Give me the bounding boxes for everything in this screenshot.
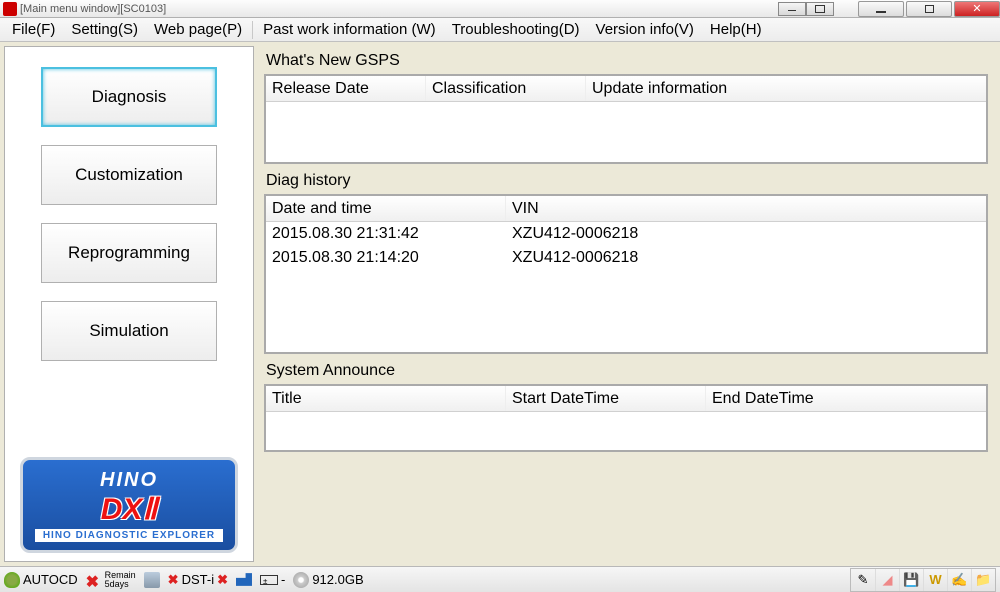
status-remain: ✖ Remain 5days xyxy=(86,571,136,589)
menu-file[interactable]: File(F) xyxy=(4,21,63,38)
status-user: AUTOCD xyxy=(4,572,78,588)
app-icon xyxy=(3,2,17,16)
disk-icon xyxy=(293,572,309,588)
col-title[interactable]: Title xyxy=(266,386,506,411)
col-update-info[interactable]: Update information xyxy=(586,76,986,101)
main-area: Diagnosis Customization Reprogramming Si… xyxy=(0,42,1000,566)
battery-icon: ± xyxy=(260,575,278,585)
cell-vin: XZU412-0006218 xyxy=(506,225,644,243)
truck-icon xyxy=(236,572,252,588)
titlebar: [Main menu window][SC0103] ✕ xyxy=(0,0,1000,18)
logo-subtitle: HINO DIAGNOSTIC EXPLORER xyxy=(35,529,223,542)
menu-pastwork[interactable]: Past work information (W) xyxy=(255,21,444,38)
diag-history-section: Diag history Date and time VIN 2015.08.3… xyxy=(264,172,988,354)
system-announce-title: System Announce xyxy=(264,362,988,380)
status-disk: 912.0GB xyxy=(293,572,363,588)
col-start[interactable]: Start DateTime xyxy=(506,386,706,411)
status-battery: ± - xyxy=(260,572,285,587)
tool-eraser-icon[interactable]: ◢ xyxy=(875,569,899,591)
maximize-button[interactable] xyxy=(906,1,952,17)
diag-history-header: Date and time VIN xyxy=(266,196,986,222)
logo-product: DXⅡ xyxy=(101,492,157,527)
whats-new-section: What's New GSPS Release Date Classificat… xyxy=(264,52,988,164)
status-dst: ✖ DST-i ✖ xyxy=(168,572,228,588)
cell-vin: XZU412-0006218 xyxy=(506,249,644,267)
whats-new-table[interactable]: Release Date Classification Update infor… xyxy=(264,74,988,164)
status-truck xyxy=(236,572,252,588)
status-remain-days: 5days xyxy=(105,579,129,589)
menu-help[interactable]: Help(H) xyxy=(702,21,770,38)
menu-version[interactable]: Version info(V) xyxy=(588,21,702,38)
status-x-icon: ✖ xyxy=(217,572,228,588)
sidebar: Diagnosis Customization Reprogramming Si… xyxy=(4,46,254,562)
menubar: File(F) Setting(S) Web page(P) Past work… xyxy=(0,18,1000,42)
menu-setting[interactable]: Setting(S) xyxy=(63,21,146,38)
status-x-icon: ✖ xyxy=(168,572,179,588)
logo-brand: HINO xyxy=(100,469,158,492)
sidebar-diagnosis-button[interactable]: Diagnosis xyxy=(41,67,217,127)
drive-icon xyxy=(144,572,160,588)
close-button[interactable]: ✕ xyxy=(954,1,1000,17)
col-vin[interactable]: VIN xyxy=(506,196,986,221)
system-announce-table[interactable]: Title Start DateTime End DateTime xyxy=(264,384,988,452)
menu-separator xyxy=(252,21,253,39)
content-area: What's New GSPS Release Date Classificat… xyxy=(254,42,1000,566)
tool-save-icon[interactable]: 💾 xyxy=(899,569,923,591)
tool-pencil-icon[interactable]: ✎ xyxy=(851,569,875,591)
whats-new-header: Release Date Classification Update infor… xyxy=(266,76,986,102)
sidebar-customization-button[interactable]: Customization xyxy=(41,145,217,205)
inner-maximize-button[interactable] xyxy=(806,2,834,16)
logo-box: HINO DXⅡ HINO DIAGNOSTIC EXPLORER xyxy=(14,451,244,561)
hino-logo: HINO DXⅡ HINO DIAGNOSTIC EXPLORER xyxy=(20,457,238,553)
inner-minimize-button[interactable] xyxy=(778,2,806,16)
system-announce-section: System Announce Title Start DateTime End… xyxy=(264,362,988,452)
statusbar: AUTOCD ✖ Remain 5days ✖ DST-i ✖ ± - 912.… xyxy=(0,566,1000,592)
table-row[interactable]: 2015.08.30 21:14:20 XZU412-0006218 xyxy=(266,246,986,270)
tool-folder-icon[interactable]: 📁 xyxy=(971,569,995,591)
cross-icon: ✖ xyxy=(86,572,102,588)
menu-troubleshoot[interactable]: Troubleshooting(D) xyxy=(444,21,588,38)
whats-new-title: What's New GSPS xyxy=(264,52,988,70)
col-classification[interactable]: Classification xyxy=(426,76,586,101)
status-battery-dash: - xyxy=(281,572,285,587)
sidebar-reprogramming-button[interactable]: Reprogramming xyxy=(41,223,217,283)
tool-w-icon[interactable]: W xyxy=(923,569,947,591)
diag-history-body: 2015.08.30 21:31:42 XZU412-0006218 2015.… xyxy=(266,222,986,270)
diag-history-table[interactable]: Date and time VIN 2015.08.30 21:31:42 XZ… xyxy=(264,194,988,354)
toolbar-icons: ✎ ◢ 💾 W ✍ 📁 xyxy=(850,568,996,592)
cell-datetime: 2015.08.30 21:31:42 xyxy=(266,225,506,243)
status-drive xyxy=(144,572,160,588)
tool-edit-icon[interactable]: ✍ xyxy=(947,569,971,591)
col-end[interactable]: End DateTime xyxy=(706,386,986,411)
window-title: [Main menu window][SC0103] xyxy=(20,3,778,15)
diag-history-title: Diag history xyxy=(264,172,988,190)
minimize-button[interactable] xyxy=(858,1,904,17)
status-dst-label: DST-i xyxy=(182,572,215,587)
table-row[interactable]: 2015.08.30 21:31:42 XZU412-0006218 xyxy=(266,222,986,246)
system-announce-header: Title Start DateTime End DateTime xyxy=(266,386,986,412)
status-disk-label: 912.0GB xyxy=(312,572,363,587)
sidebar-simulation-button[interactable]: Simulation xyxy=(41,301,217,361)
col-datetime[interactable]: Date and time xyxy=(266,196,506,221)
menu-webpage[interactable]: Web page(P) xyxy=(146,21,250,38)
cell-datetime: 2015.08.30 21:14:20 xyxy=(266,249,506,267)
col-release-date[interactable]: Release Date xyxy=(266,76,426,101)
user-icon xyxy=(4,572,20,588)
status-user-label: AUTOCD xyxy=(23,572,78,587)
